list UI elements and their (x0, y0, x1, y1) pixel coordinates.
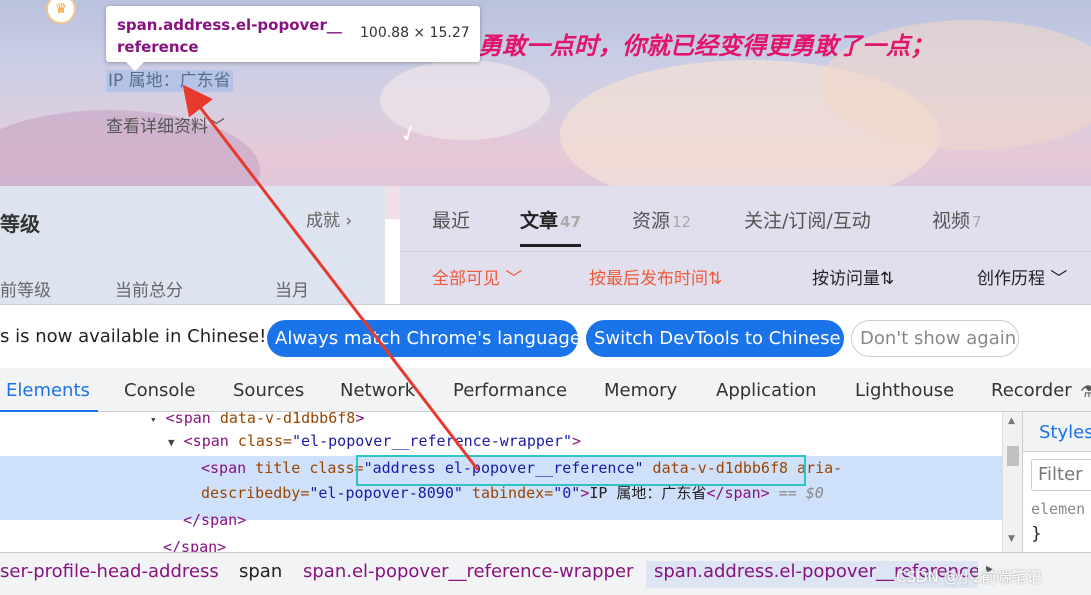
view-details-link[interactable]: 查看详细资料﹀ (106, 112, 225, 137)
closing-brace: } (1031, 524, 1042, 544)
watermark: CSDN @小z前端笔记 (896, 568, 1042, 586)
filter-label: 全部可见 (432, 269, 500, 289)
dom-node[interactable]: ▼ <span class="el-popover__reference-wra… (168, 429, 1002, 454)
tab-label: 关注/订阅/互动 (744, 210, 871, 232)
styles-filter-input[interactable]: Filter (1031, 459, 1091, 491)
breadcrumb-item[interactable]: span (239, 561, 282, 588)
tab-count: 47 (560, 213, 581, 231)
attr-value: "0" (553, 484, 581, 502)
visibility-filter[interactable]: 全部可见 ﹀ (432, 264, 522, 289)
dont-show-again-button[interactable]: Don't show again (851, 320, 1019, 357)
node-text: IP 属地：广东省 (589, 484, 707, 502)
tooltip-size: 100.88 × 15.27 (360, 25, 470, 41)
infobar-message: s is now available in Chinese! (0, 326, 267, 347)
attr-name: class= (228, 432, 293, 450)
level-title: 等级 (0, 212, 40, 236)
level-panel: 等级 成就 › 前等级 当前总分 当月 (0, 186, 385, 304)
ip-location[interactable]: IP 属地：广东省 (106, 70, 233, 92)
sort-by-views[interactable]: 按访问量⇅ (812, 264, 894, 289)
content-tabs: 最近 文章 47 资源 12 关注/订阅/互动 视频 7 (400, 186, 1091, 252)
tag-name: <span (183, 432, 229, 450)
attr-name: data-v-d1dbb6f8 (210, 412, 356, 427)
class-attribute-highlight (356, 455, 806, 486)
tab-resources[interactable]: 资源 12 (632, 206, 691, 233)
tab-console[interactable]: Console (124, 380, 195, 401)
scroll-down-icon[interactable]: ▼ (1008, 534, 1015, 544)
tag-name: <span (201, 459, 247, 477)
tab-memory[interactable]: Memory (604, 380, 677, 401)
chevron-right-icon: › (345, 211, 353, 231)
expand-triangle-icon[interactable]: ▼ (168, 436, 175, 449)
language-infobar: s is now available in Chinese! Always ma… (0, 304, 1091, 368)
attr-name: title class= (246, 459, 364, 477)
screenshot-root: ✓ ♛ 勇敢一点时，你就已经变得更勇敢了一点； IP 属地：广东省 查看详细资料… (0, 0, 1091, 595)
tab-follow[interactable]: 关注/订阅/互动 (744, 206, 873, 233)
tab-performance[interactable]: Performance (453, 380, 567, 401)
styles-pane: Styles Filter elemen } (1022, 412, 1091, 552)
dom-scrollbar[interactable]: ▲ ▼ (1002, 412, 1022, 552)
inspect-tooltip: span.address.el-popover__reference 100.8… (106, 6, 480, 71)
scroll-up-icon[interactable]: ▲ (1008, 416, 1015, 426)
view-details-label: 查看详细资料 (106, 117, 208, 137)
tag-name: <span (165, 412, 211, 427)
tag-end: </span> (706, 484, 770, 502)
styles-tab-label: Styles (1039, 422, 1091, 443)
tab-videos[interactable]: 视频 7 (932, 206, 982, 233)
filter-placeholder: Filter (1038, 464, 1083, 485)
console-ref: == $0 (769, 484, 824, 502)
breadcrumb-item[interactable]: span.el-popover__reference-wrapper (303, 561, 633, 588)
tab-styles[interactable]: Styles (1023, 412, 1091, 452)
tab-network[interactable]: Network (340, 380, 415, 401)
attr-name: tabindex= (462, 484, 554, 502)
creation-history[interactable]: 创作历程 ﹀ (977, 264, 1067, 289)
expand-triangle-icon[interactable]: ▾ (150, 413, 157, 426)
tab-recorder[interactable]: Recorder (991, 380, 1072, 401)
achievements-link[interactable]: 成就 › (306, 206, 352, 231)
chevron-down-icon: ﹀ (1050, 269, 1068, 289)
tab-label: 最近 (432, 210, 471, 232)
tooltip-selector: span.address.el-popover__reference (117, 16, 342, 56)
level-label: 当月 (275, 281, 309, 301)
tab-label: 资源 (632, 210, 671, 232)
tag-close: > (580, 484, 590, 502)
tab-lighthouse[interactable]: Lighthouse (855, 380, 954, 401)
attr-value: "el-popover__reference-wrapper" (292, 432, 572, 450)
sort-by-publish-time[interactable]: 按最后发布时间⇅ (589, 264, 722, 289)
tab-elements[interactable]: Elements (0, 380, 98, 412)
tab-label: 文章 (520, 210, 559, 232)
level-label: 当前总分 (115, 281, 183, 301)
element-style-label: elemen (1031, 500, 1086, 518)
tooltip-caret (126, 62, 144, 71)
content-panel: 最近 文章 47 资源 12 关注/订阅/互动 视频 7 全部可见 ﹀ 按最后发布时间… (400, 186, 1091, 304)
breadcrumb-item[interactable]: ser-profile-head-address (0, 561, 219, 588)
tab-sources[interactable]: Sources (233, 380, 304, 401)
recorder-flask-icon: ⚗ (1080, 382, 1091, 401)
always-match-language-button[interactable]: Always match Chrome's language (267, 320, 581, 357)
tab-application[interactable]: Application (716, 380, 817, 401)
level-label: 前等级 (0, 281, 51, 301)
tab-count: 12 (672, 213, 692, 231)
closing-tag[interactable]: </span> (183, 508, 1002, 533)
tab-count: 7 (972, 213, 982, 231)
scroll-thumb[interactable] (1007, 446, 1019, 466)
attr-name: describedby= (201, 484, 310, 502)
chevron-down-icon: ﹀ (505, 269, 523, 289)
tab-recent[interactable]: 最近 (432, 206, 472, 233)
closing-tag[interactable]: </span> (163, 535, 1002, 552)
devtools-tabbar: Elements Console Sources Network Perform… (0, 368, 1091, 412)
switch-to-chinese-button[interactable]: Switch DevTools to Chinese (586, 320, 844, 357)
chevron-down-icon: ﹀ (208, 117, 225, 137)
tag-close: > (355, 412, 365, 427)
profile-motto: 勇敢一点时，你就已经变得更勇敢了一点； (478, 31, 934, 60)
achievements-label: 成就 (306, 211, 340, 231)
filter-label: 创作历程 (977, 269, 1045, 289)
tab-label: 视频 (932, 210, 971, 232)
tag-close: > (572, 432, 582, 450)
tab-articles[interactable]: 文章 47 (520, 206, 581, 247)
attr-value: "el-popover-8090" (309, 484, 463, 502)
